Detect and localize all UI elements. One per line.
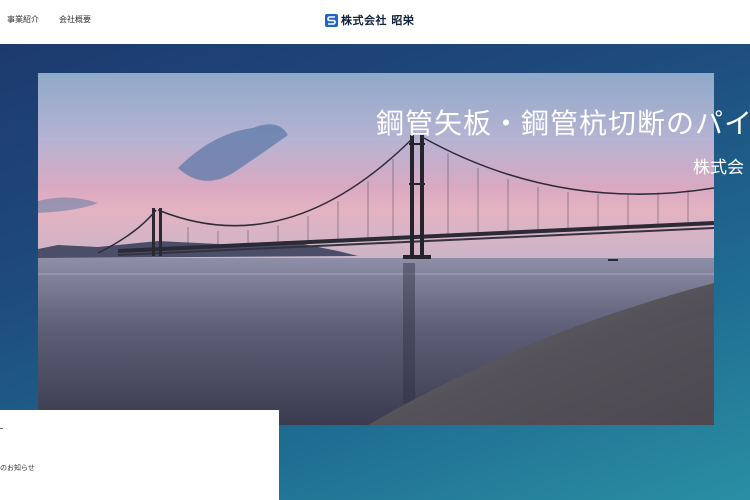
s-logo-icon [325, 13, 338, 27]
news-link[interactable]: のお知らせ [0, 463, 35, 473]
hero-title: 鋼管矢板・鋼管杭切断のパイオ [376, 107, 750, 140]
brand-logo[interactable]: 株式会社 昭栄 [325, 12, 414, 28]
main-nav: 事業紹介 会社概要 [7, 14, 91, 25]
site-header: 事業紹介 会社概要 株式会社 昭栄 [0, 0, 750, 44]
nav-item-company[interactable]: 会社概要 [59, 14, 91, 25]
news-panel: のお知らせ [0, 410, 279, 500]
nav-item-business[interactable]: 事業紹介 [7, 14, 39, 25]
brand-name: 株式会社 昭栄 [341, 14, 415, 27]
page: 事業紹介 会社概要 株式会社 昭栄 鋼管矢板・鋼管杭切断のパイオ 株式会 のお知… [0, 0, 750, 500]
divider [0, 428, 3, 429]
hero-subtitle: 株式会 [693, 158, 744, 178]
